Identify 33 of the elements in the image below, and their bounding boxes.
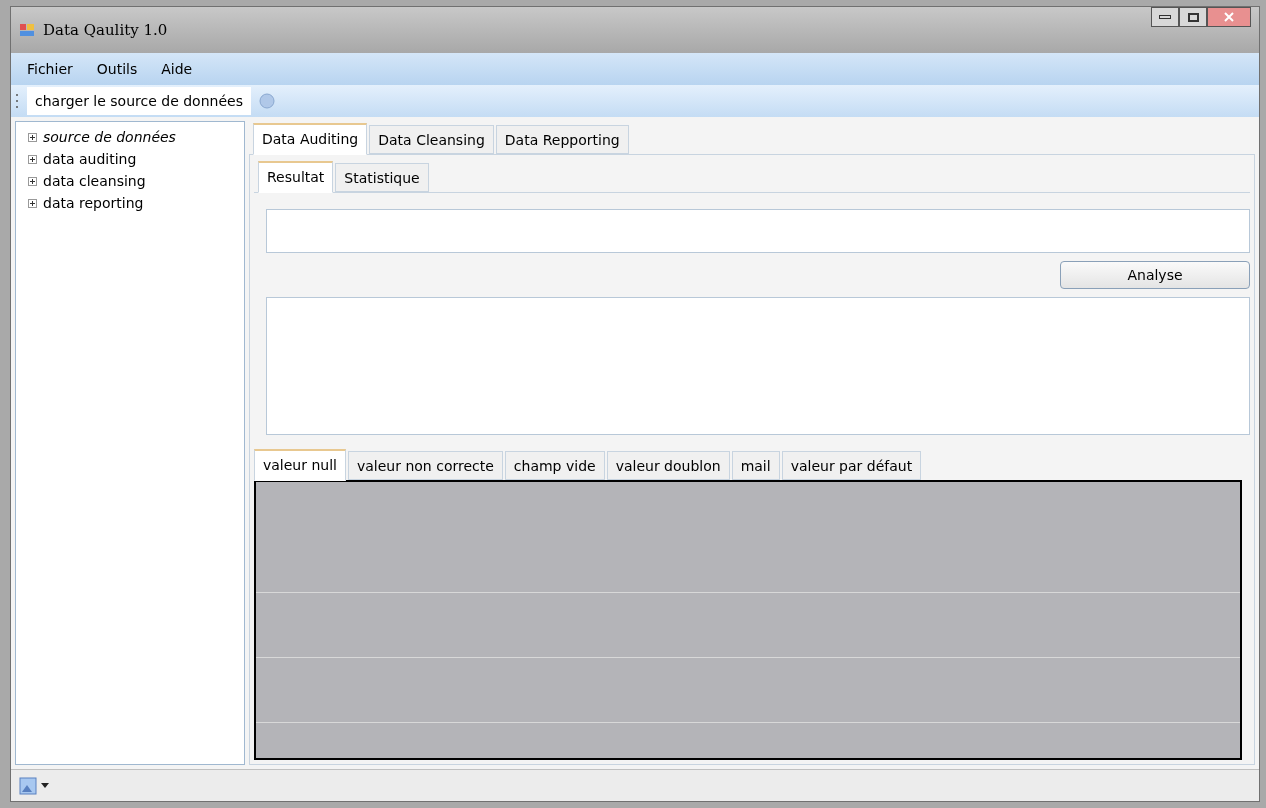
minimize-button[interactable] <box>1151 7 1179 27</box>
menu-item[interactable]: Fichier <box>27 58 73 80</box>
close-icon <box>1224 12 1234 22</box>
expand-icon[interactable] <box>28 176 37 186</box>
load-data-source-button[interactable]: charger le source de données <box>27 87 251 115</box>
input-field[interactable] <box>266 209 1250 253</box>
tab[interactable]: valeur non correcte <box>348 451 503 480</box>
tree-item[interactable]: data reporting <box>43 192 144 214</box>
window-title: Data Qaulity 1.0 <box>43 19 169 41</box>
tab[interactable]: mail <box>731 451 780 480</box>
menu-item[interactable]: Outils <box>96 58 138 80</box>
tab[interactable]: valeur doublon <box>606 451 730 480</box>
tab[interactable]: Data Auditing <box>253 123 368 155</box>
expand-icon[interactable] <box>28 198 37 208</box>
expand-icon[interactable] <box>28 154 37 164</box>
tab[interactable]: Resultat <box>258 161 334 193</box>
grip-icon <box>15 92 19 110</box>
app-icon <box>19 22 35 38</box>
tree-item[interactable]: data cleansing <box>43 170 146 192</box>
tab[interactable]: Data Repporting <box>495 125 629 154</box>
menu-item[interactable]: Aide <box>161 58 193 80</box>
tab[interactable]: valeur null <box>254 449 346 481</box>
tree-item[interactable]: source de données <box>43 126 176 148</box>
tab[interactable]: Statistique <box>335 163 429 192</box>
maximize-button[interactable] <box>1179 7 1207 27</box>
tab[interactable]: Data Cleansing <box>369 125 494 154</box>
tree-item[interactable]: data auditing <box>43 148 137 170</box>
tab[interactable]: champ vide <box>504 451 605 480</box>
expand-icon[interactable] <box>28 132 37 142</box>
caret-icon[interactable] <box>41 783 49 788</box>
close-button[interactable] <box>1207 7 1251 27</box>
analyse-button[interactable]: Analyse <box>1060 261 1250 289</box>
tab[interactable]: valeur par défaut <box>781 451 922 480</box>
